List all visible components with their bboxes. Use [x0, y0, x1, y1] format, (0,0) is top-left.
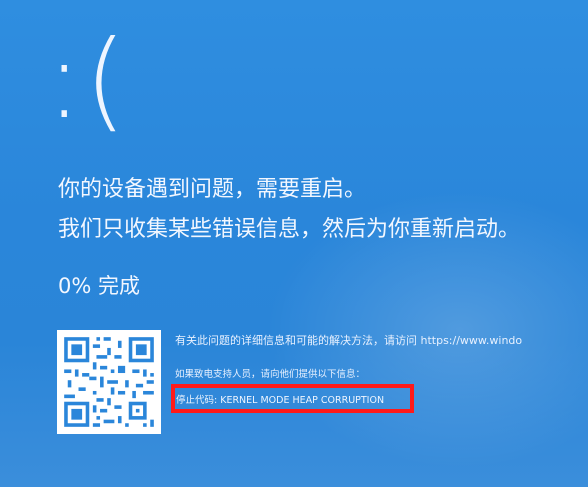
info-url-line: 有关此问题的详细信息和可能的解决方法，请访问 https://www.windo [175, 334, 523, 347]
qr-code-icon [57, 330, 161, 434]
stop-code-highlight-box [171, 384, 414, 413]
bsod-screen: :( 你的设备遇到问题，需要重启。 我们只收集某些错误信息，然后为你重新启动。 … [0, 0, 588, 487]
error-message-line-1: 你的设备遇到问题，需要重启。 [58, 177, 367, 202]
sad-face-emoticon: :( [46, 18, 129, 143]
support-info-line: 如果致电支持人员，请向他们提供以下信息： [175, 369, 366, 380]
error-message-line-2: 我们只收集某些错误信息，然后为你重新启动。 [58, 217, 521, 242]
progress-text: 0% 完成 [58, 274, 140, 298]
